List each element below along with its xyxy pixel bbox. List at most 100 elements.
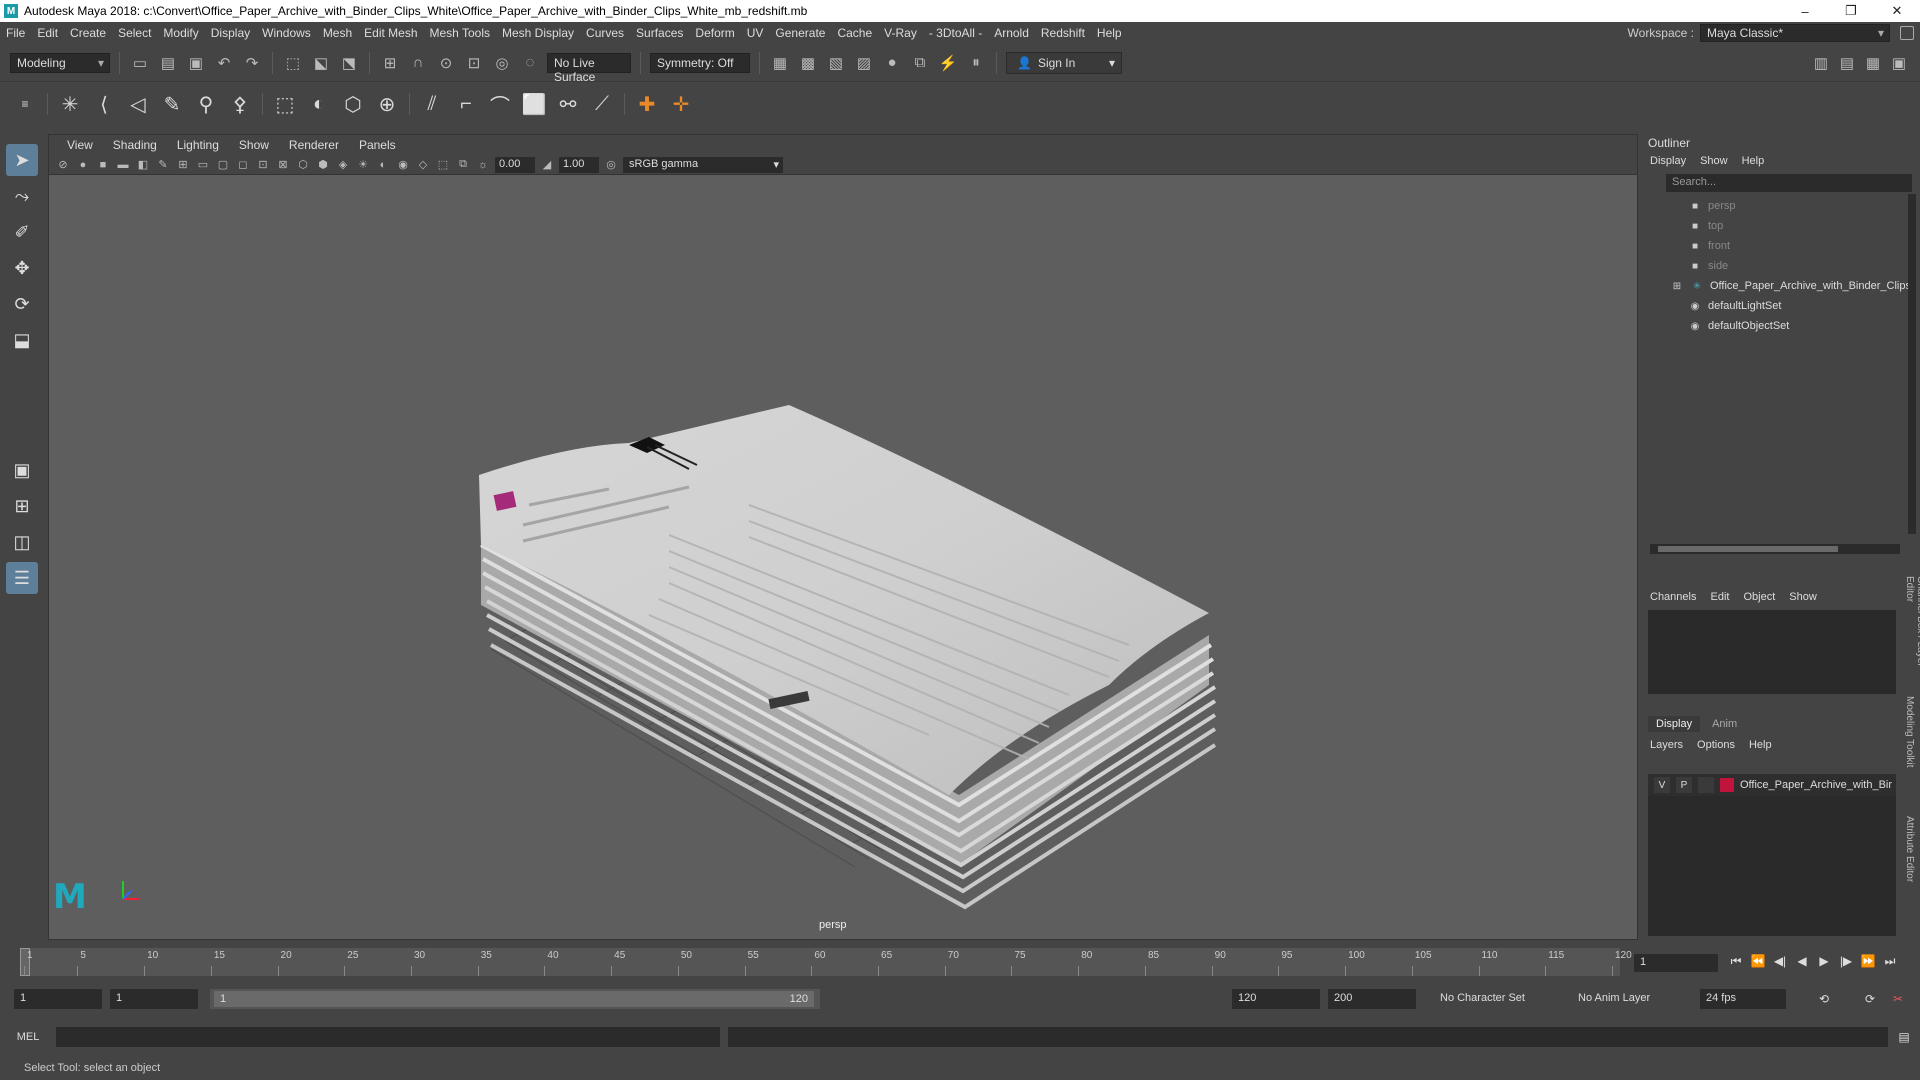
detach-curves-icon[interactable]: ⌒	[485, 89, 515, 119]
render-frame-icon[interactable]: ▩	[797, 52, 819, 74]
camera-2d-icon[interactable]: ◧	[135, 157, 151, 173]
layer-display-type[interactable]	[1698, 777, 1714, 793]
layers-menu-options[interactable]: Options	[1697, 739, 1735, 751]
ipr-render-icon[interactable]: ▧	[825, 52, 847, 74]
outliner-item-paper-archive[interactable]: ⊞ ✳ Office_Paper_Archive_with_Binder_Clips	[1648, 276, 1918, 296]
four-view-icon[interactable]: ⊞	[6, 490, 38, 522]
tab-attribute-editor[interactable]: Attribute Editor	[1902, 812, 1917, 932]
pencil-curve-icon[interactable]: ✎	[157, 89, 187, 119]
menu-create[interactable]: Create	[64, 22, 112, 44]
expand-icon[interactable]: ⊞	[1670, 280, 1684, 292]
menu-3dtoall[interactable]: - 3DtoAll -	[923, 22, 988, 44]
xray-icon[interactable]: ⧉	[455, 157, 471, 173]
exposure-field[interactable]: 0.00	[495, 156, 535, 173]
viewport-menu-view[interactable]: View	[57, 138, 103, 152]
maximize-button[interactable]: ❐	[1828, 0, 1874, 22]
move-tool-icon[interactable]: ✥	[6, 252, 38, 284]
playback-end-field[interactable]: 120	[1232, 989, 1320, 1009]
camera-attr-icon[interactable]: ●	[75, 157, 91, 173]
loft-icon[interactable]: ⬡	[338, 89, 368, 119]
tab-display[interactable]: Display	[1648, 716, 1701, 732]
script-editor-icon[interactable]: ▤	[1896, 1028, 1912, 1046]
gate-mask-icon[interactable]: ◻	[235, 157, 251, 173]
image-plane-icon[interactable]: ▬	[115, 157, 131, 173]
attach-curves-icon[interactable]: ⌐	[451, 89, 481, 119]
paint-select-icon[interactable]: ✐	[6, 216, 38, 248]
outliner-item-default-light-set[interactable]: ◉ defaultLightSet	[1648, 296, 1918, 316]
step-forward-key-icon[interactable]: ⏩	[1860, 952, 1876, 970]
color-management-icon[interactable]: ◎	[603, 157, 619, 173]
command-input[interactable]	[56, 1027, 720, 1047]
viewport-menu-lighting[interactable]: Lighting	[167, 138, 229, 152]
sign-in-button[interactable]: 👤 Sign In ▾	[1006, 51, 1122, 74]
exposure-icon[interactable]: ☼	[475, 157, 491, 173]
command-language-label[interactable]: MEL	[0, 1031, 56, 1043]
menu-mesh-tools[interactable]: Mesh Tools	[424, 22, 496, 44]
select-component-icon[interactable]: ⬔	[338, 52, 360, 74]
channels-menu-object[interactable]: Object	[1743, 591, 1775, 603]
outliner-item-top[interactable]: ■ top	[1648, 216, 1918, 236]
anim-end-field[interactable]: 200	[1328, 989, 1416, 1009]
snap-view-icon[interactable]: ⊡	[463, 52, 485, 74]
snap-vertex-icon[interactable]: ◌	[519, 52, 541, 74]
menu-redshift[interactable]: Redshift	[1035, 22, 1091, 44]
modeling-toolkit-toggle-icon[interactable]: ▥	[1810, 52, 1832, 74]
intersect-icon[interactable]: ✚	[632, 89, 662, 119]
outliner-menu-show[interactable]: Show	[1700, 155, 1728, 167]
snap-point-icon[interactable]: ⊙	[435, 52, 457, 74]
curve-cv-icon[interactable]: ⟨	[89, 89, 119, 119]
layers-menu-help[interactable]: Help	[1749, 739, 1772, 751]
attribute-editor-toggle-icon[interactable]: ▤	[1836, 52, 1858, 74]
outliner-search-input[interactable]: Search...	[1666, 174, 1912, 192]
outliner-item-default-object-set[interactable]: ◉ defaultObjectSet	[1648, 316, 1918, 336]
offset-icon[interactable]: ⚯	[553, 89, 583, 119]
viewport-menu-shading[interactable]: Shading	[103, 138, 167, 152]
antialias-icon[interactable]: ◇	[415, 157, 431, 173]
channel-box-toggle-icon[interactable]: ▣	[1888, 52, 1910, 74]
isolate-select-icon[interactable]: ⬚	[435, 157, 451, 173]
viewport-menu-panels[interactable]: Panels	[349, 138, 406, 152]
safe-action-icon[interactable]: ⊠	[275, 157, 291, 173]
fillet-icon[interactable]: ⟋	[587, 89, 617, 119]
menu-help[interactable]: Help	[1091, 22, 1128, 44]
menu-deform[interactable]: Deform	[689, 22, 740, 44]
curve-ep-icon[interactable]: ◁	[123, 89, 153, 119]
layer-color-swatch[interactable]	[1720, 778, 1734, 792]
outliner-menu-help[interactable]: Help	[1742, 155, 1765, 167]
menu-file[interactable]: File	[0, 22, 31, 44]
tab-channel-box-layer-editor[interactable]: Channel Box / Layer Editor	[1902, 572, 1920, 692]
channels-menu-show[interactable]: Show	[1789, 591, 1817, 603]
bookmark-icon[interactable]: ■	[95, 157, 111, 173]
play-backward-icon[interactable]: ◀	[1794, 952, 1810, 970]
close-button[interactable]: ✕	[1874, 0, 1920, 22]
light-editor-icon[interactable]: ⚡	[937, 52, 959, 74]
rebuild-icon[interactable]: ⬜	[519, 89, 549, 119]
grid-icon[interactable]: ⊞	[175, 157, 191, 173]
select-object-icon[interactable]: ⬕	[310, 52, 332, 74]
menu-generate[interactable]: Generate	[769, 22, 831, 44]
bezier-icon[interactable]: ⚴	[225, 89, 255, 119]
viewport-menu-show[interactable]: Show	[229, 138, 279, 152]
camera-select-icon[interactable]: ⊘	[55, 157, 71, 173]
step-forward-frame-icon[interactable]: |▶	[1838, 952, 1854, 970]
layer-visibility-toggle[interactable]: V	[1654, 777, 1670, 793]
pause-icon[interactable]: ⏸	[965, 52, 987, 74]
outliner-vertical-scrollbar[interactable]	[1908, 194, 1916, 534]
single-view-icon[interactable]: ▣	[6, 454, 38, 486]
menu-windows[interactable]: Windows	[256, 22, 317, 44]
outliner-item-side[interactable]: ■ side	[1648, 256, 1918, 276]
menu-surfaces[interactable]: Surfaces	[630, 22, 689, 44]
planar-icon[interactable]: ⊕	[372, 89, 402, 119]
symmetry-dropdown[interactable]: Symmetry: Off	[650, 52, 750, 73]
fps-dropdown[interactable]: 24 fps	[1700, 989, 1786, 1009]
arc-tool-icon[interactable]: ⚲	[191, 89, 221, 119]
minimize-button[interactable]: –	[1782, 0, 1828, 22]
menu-select[interactable]: Select	[112, 22, 157, 44]
live-surface-field[interactable]: No Live Surface	[547, 52, 631, 84]
time-slider[interactable]: 1 5 10 15 20 25 30 35 40 45 50 55 60 65 70 75 80 85 90 95 10…	[20, 948, 1632, 976]
color-space-dropdown[interactable]: sRGB gamma ▾	[623, 156, 783, 173]
smooth-shade-icon[interactable]: ⬢	[315, 157, 331, 173]
scrollbar-thumb[interactable]	[1658, 546, 1838, 552]
channels-menu-edit[interactable]: Edit	[1710, 591, 1729, 603]
snap-live-icon[interactable]: ◎	[491, 52, 513, 74]
